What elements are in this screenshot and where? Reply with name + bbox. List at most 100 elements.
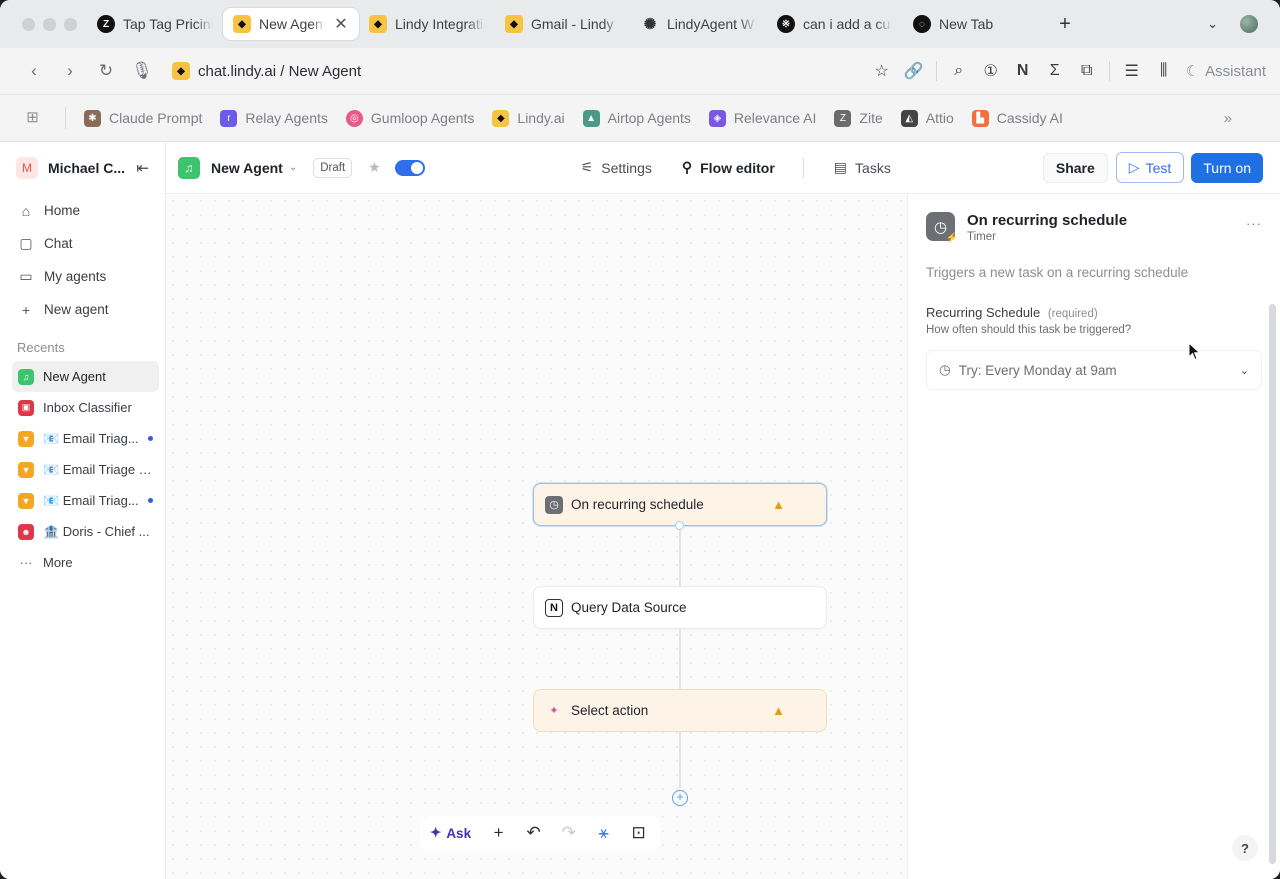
- bookmark-item[interactable]: ◎ Gumloop Agents: [345, 109, 475, 127]
- turn-on-button[interactable]: Turn on: [1191, 152, 1263, 183]
- reload-icon[interactable]: ↻: [88, 61, 124, 81]
- bookmark-item[interactable]: ◭ Attio: [900, 109, 954, 127]
- sidebar-item-new-agent[interactable]: + New agent: [0, 293, 165, 326]
- share-button[interactable]: Share: [1042, 152, 1108, 183]
- user-row[interactable]: M Michael C... ⇤: [0, 142, 165, 194]
- bookmark-item[interactable]: r Relay Agents: [220, 109, 328, 127]
- undo-icon[interactable]: ↶: [516, 823, 551, 843]
- dark-glyph-icon: ※: [777, 15, 795, 33]
- recent-item[interactable]: ▼ 📧 Email Triag...: [12, 485, 159, 516]
- forward-icon[interactable]: ›: [52, 61, 88, 81]
- window-controls: [22, 17, 77, 31]
- node-settings-panel: ◷ ⚡ On recurring schedule Timer ··· Trigg…: [907, 194, 1280, 879]
- more-options-icon[interactable]: ···: [1246, 216, 1262, 231]
- bookmark-item[interactable]: ▲ Airtop Agents: [582, 109, 691, 127]
- browser-tab[interactable]: ◆ Lindy Integrations: [359, 8, 495, 40]
- browser-tab[interactable]: ◆ Gmail - Lindy: [495, 8, 631, 40]
- redo-icon[interactable]: ↷: [551, 823, 586, 843]
- sidebar-item-chat[interactable]: ▢ Chat: [0, 227, 165, 260]
- profile-avatar[interactable]: [1240, 15, 1258, 33]
- panel-title-group: On recurring schedule Timer: [967, 212, 1127, 243]
- recents-heading: Recents: [17, 340, 65, 355]
- recent-item[interactable]: ♫ New Agent: [12, 361, 159, 392]
- help-button[interactable]: ?: [1232, 835, 1258, 861]
- ask-button[interactable]: ✦ Ask: [424, 825, 481, 841]
- new-tab-button[interactable]: +: [1053, 13, 1077, 36]
- menu-lines-icon[interactable]: ☰: [1116, 61, 1148, 81]
- zoom-search-icon[interactable]: ⌕: [943, 62, 975, 80]
- notion-extension-icon[interactable]: N: [1007, 62, 1039, 80]
- browser-tab[interactable]: Z Tap Tag Pricing: [87, 8, 223, 40]
- auto-layout-icon[interactable]: ⚹: [586, 823, 621, 843]
- url-field[interactable]: ◆ chat.lindy.ai / New Agent: [172, 62, 361, 80]
- chevron-down-icon[interactable]: ⌄: [289, 162, 297, 173]
- link-icon[interactable]: 🔗: [898, 61, 930, 81]
- sigma-extension-icon[interactable]: Σ: [1039, 62, 1071, 80]
- field-label: Recurring Schedule (required): [908, 280, 1280, 320]
- recent-item[interactable]: ▼ 📧 Email Triag...: [12, 423, 159, 454]
- ask-label: Ask: [446, 825, 472, 841]
- tab-flow-editor[interactable]: ⚲ Flow editor: [682, 159, 775, 176]
- assistant-button[interactable]: ☾ Assistant: [1185, 62, 1266, 81]
- browser-tab[interactable]: ✺ LindyAgent W: [631, 8, 767, 40]
- collapse-sidebar-icon[interactable]: ⇤: [136, 159, 149, 177]
- agent-enabled-toggle[interactable]: [394, 159, 425, 176]
- schedule-select[interactable]: ◷ Try: Every Monday at 9am ⌄: [926, 350, 1262, 390]
- node-output-port[interactable]: [675, 521, 684, 530]
- bookmark-item[interactable]: ▙ Cassidy AI: [971, 109, 1063, 127]
- more-recents[interactable]: ··· More: [12, 547, 159, 578]
- close-tab-icon[interactable]: ✕: [333, 14, 349, 34]
- sidebar-item-my-agents[interactable]: ▭ My agents: [0, 260, 165, 293]
- back-icon[interactable]: ‹: [16, 61, 52, 81]
- fit-view-icon[interactable]: ⊡: [621, 823, 656, 843]
- maximize-window-button[interactable]: [64, 17, 77, 31]
- recent-item[interactable]: ▼ 📧 Email Triage -...: [12, 454, 159, 485]
- close-window-button[interactable]: [22, 17, 35, 31]
- sidebar-item-home[interactable]: ⌂ Home: [0, 194, 165, 227]
- bookmark-item[interactable]: ◈ Relevance AI: [708, 109, 816, 127]
- bookmark-label: Zite: [859, 110, 883, 126]
- tabbar-right: ⌄: [1207, 15, 1258, 33]
- bookmark-star-icon[interactable]: ☆: [866, 61, 898, 81]
- flow-canvas[interactable]: ◷ On recurring schedule ▲ N Query Data S…: [166, 194, 907, 879]
- recent-label: 📧 Email Triag...: [43, 492, 139, 508]
- password-manager-icon[interactable]: ①: [975, 61, 1007, 81]
- add-node-button[interactable]: +: [672, 790, 688, 806]
- favorite-star-icon[interactable]: ★: [368, 159, 381, 176]
- tab-settings[interactable]: ⚟ Settings: [581, 159, 652, 176]
- minimize-window-button[interactable]: [43, 17, 56, 31]
- agent-name[interactable]: New Agent: [211, 160, 283, 176]
- add-icon[interactable]: +: [481, 823, 516, 843]
- bookmark-label: Claude Prompt: [109, 110, 203, 126]
- bookmark-label: Gumloop Agents: [370, 110, 475, 126]
- browser-tab-active[interactable]: ◆ New Agent ✕: [223, 8, 359, 40]
- recent-item[interactable]: ▣ Inbox Classifier: [12, 392, 159, 423]
- panel-scrollbar[interactable]: [1269, 304, 1276, 864]
- more-bookmarks-icon[interactable]: »: [1224, 110, 1232, 127]
- flow-node-select-action[interactable]: ✦ Select action ▲: [533, 689, 827, 732]
- tab-list-chevron-icon[interactable]: ⌄: [1207, 16, 1218, 32]
- recent-item[interactable]: ☻ 🏦 Doris - Chief ...: [12, 516, 159, 547]
- folder-icon: ▭: [19, 268, 33, 284]
- flow-node-trigger[interactable]: ◷ On recurring schedule ▲: [533, 483, 827, 526]
- apps-grid-icon[interactable]: ⊞: [0, 107, 66, 129]
- assistant-icon: ☾: [1185, 63, 1200, 80]
- bookmark-item[interactable]: Z Zite: [834, 109, 883, 127]
- relay-icon: r: [220, 109, 238, 127]
- bookmark-item[interactable]: ◆ Lindy.ai: [492, 109, 565, 127]
- flow-node-action[interactable]: N Query Data Source: [533, 586, 827, 629]
- browser-tab[interactable]: ◌ New Tab: [903, 8, 1039, 40]
- tab-tasks[interactable]: ▤ Tasks: [834, 159, 891, 176]
- url-text: chat.lindy.ai / New Agent: [198, 62, 362, 80]
- audio-waveform-icon[interactable]: ⫼: [1148, 62, 1180, 80]
- extensions-puzzle-icon[interactable]: ⧉: [1071, 62, 1103, 80]
- bookmark-item[interactable]: ✱ Claude Prompt: [84, 109, 203, 127]
- agent-toolbar: ♫ New Agent ⌄ Draft ★ ⚟ Settings ⚲ Flow …: [166, 142, 1280, 194]
- divider: [802, 157, 804, 178]
- test-button[interactable]: ▷ Test: [1115, 152, 1185, 183]
- mouse-cursor-icon: [1188, 342, 1201, 361]
- zite-icon: Z: [834, 109, 852, 127]
- microphone-icon[interactable]: 🎙: [124, 61, 160, 81]
- required-tag: (required): [1047, 308, 1098, 320]
- browser-tab[interactable]: ※ can i add a cu: [767, 8, 903, 40]
